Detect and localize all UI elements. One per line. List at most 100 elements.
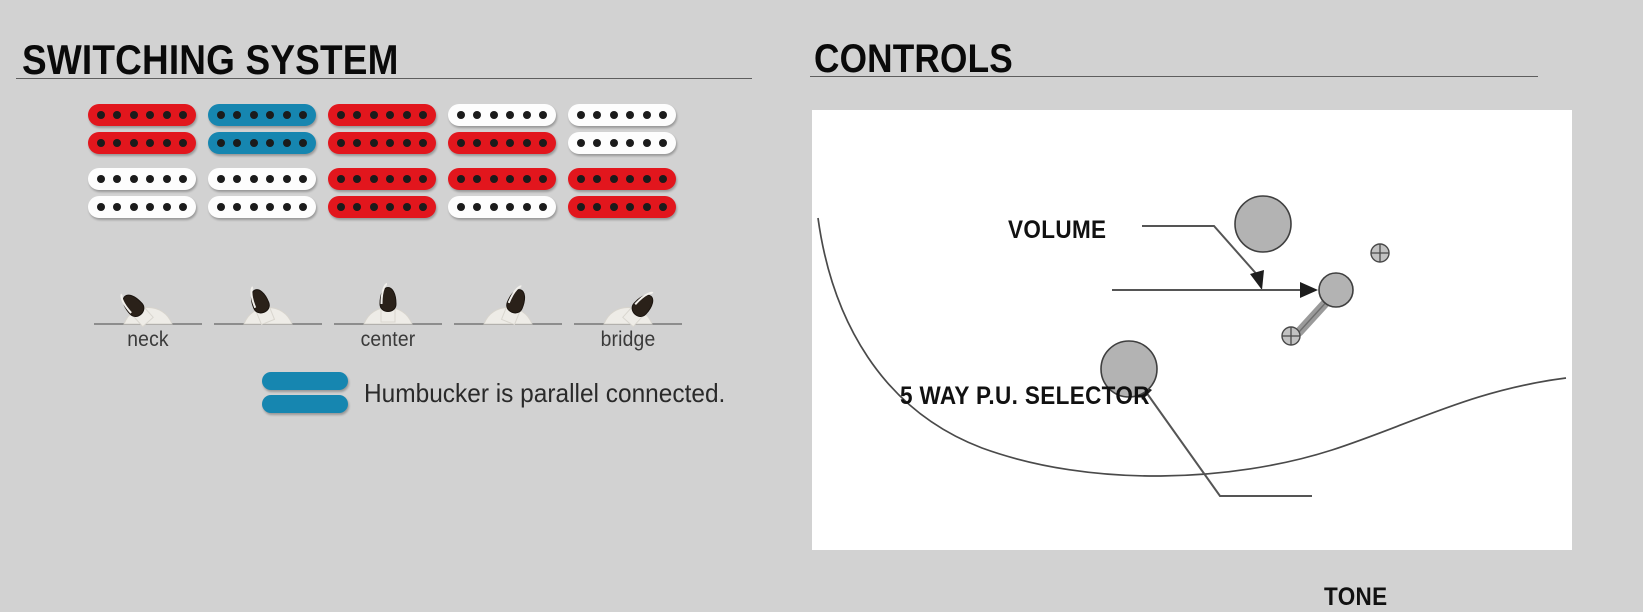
pole-piece [369, 139, 378, 147]
pole-piece [96, 203, 105, 211]
pole-piece [266, 203, 275, 211]
pole-piece [96, 175, 105, 183]
pole-piece [216, 111, 225, 119]
switch-lever-5[interactable] [568, 268, 688, 330]
bridge-pickup-coil-top [208, 168, 316, 190]
tone-leader-line [1145, 391, 1312, 497]
volume-arrowhead [1250, 270, 1264, 290]
bridge-pickup-coil-bottom [448, 196, 556, 218]
controls-illustration [817, 195, 1567, 497]
neck-pickup-coil-bottom [208, 132, 316, 154]
pole-piece [266, 175, 275, 183]
controls-title-rule [810, 76, 1538, 77]
volume-label: VOLUME [1008, 216, 1107, 244]
bridge-pickup-coil-top [448, 168, 556, 190]
pole-piece [576, 175, 585, 183]
switch-label-neck: neck [127, 328, 169, 351]
tone-label: TONE [1324, 583, 1388, 611]
pole-piece [369, 111, 378, 119]
pole-piece [419, 175, 428, 183]
neck-pickup [208, 104, 316, 156]
pole-piece [506, 175, 515, 183]
pole-piece [179, 203, 188, 211]
pole-piece [456, 175, 465, 183]
pole-piece [386, 139, 395, 147]
pole-piece [402, 175, 411, 183]
pole-piece [539, 175, 548, 183]
pole-piece [522, 203, 531, 211]
pole-piece [419, 139, 428, 147]
neck-pickup-coil-top [88, 104, 196, 126]
switch-lever-1[interactable] [88, 268, 208, 330]
pole-piece [642, 175, 651, 183]
pole-piece [659, 175, 668, 183]
pole-piece [576, 111, 585, 119]
pole-piece [456, 139, 465, 147]
pole-piece [489, 203, 498, 211]
pole-piece [593, 111, 602, 119]
switch-lever-3[interactable] [328, 268, 448, 330]
pole-piece [609, 139, 618, 147]
pole-piece [626, 111, 635, 119]
pole-piece [473, 203, 482, 211]
controls-panel: CONTROLS VOLUME 5 WAY P.U. SELECTOR TONE [800, 0, 1643, 611]
pole-piece [299, 175, 308, 183]
selector-knob[interactable] [1318, 272, 1354, 308]
pole-piece [419, 203, 428, 211]
pole-piece [456, 203, 465, 211]
switch-lever-row [0, 268, 800, 330]
pole-piece [659, 139, 668, 147]
bridge-pickup-coil-top [88, 168, 196, 190]
pole-piece [642, 203, 651, 211]
pole-piece [489, 111, 498, 119]
pole-piece [249, 139, 258, 147]
pole-piece [402, 111, 411, 119]
pole-piece [576, 203, 585, 211]
volume-knob[interactable] [1234, 195, 1292, 253]
pole-piece [336, 203, 345, 211]
parallel-humbucker-legend: Humbucker is parallel connected. [262, 372, 748, 414]
pole-piece [129, 139, 138, 147]
neck-pickup-coil-bottom [568, 132, 676, 154]
pole-piece [249, 203, 258, 211]
guitar-controls-board: VOLUME 5 WAY P.U. SELECTOR TONE [812, 110, 1572, 611]
pole-piece [539, 203, 548, 211]
pickup-column-2 [208, 104, 328, 232]
neck-pickup [328, 104, 436, 156]
pole-piece [216, 139, 225, 147]
pole-piece [282, 111, 291, 119]
pole-piece [179, 111, 188, 119]
pole-piece [473, 175, 482, 183]
pole-piece [489, 139, 498, 147]
pole-piece [539, 111, 548, 119]
pole-piece [609, 175, 618, 183]
pole-piece [233, 203, 242, 211]
pole-piece [539, 139, 548, 147]
pole-piece [179, 175, 188, 183]
pole-piece [386, 203, 395, 211]
guitar-body-contour [817, 217, 1567, 477]
pole-piece [113, 175, 122, 183]
pole-piece [266, 139, 275, 147]
pole-piece [113, 139, 122, 147]
neck-pickup-coil-bottom [328, 132, 436, 154]
switching-system-panel: SWITCHING SYSTEM neck center bridge Humbuc… [0, 0, 800, 604]
legend-coil-top [262, 372, 348, 390]
page-root: SWITCHING SYSTEM neck center bridge Humbuc… [0, 0, 1643, 611]
pole-piece [299, 139, 308, 147]
pole-piece [626, 175, 635, 183]
pole-piece [659, 203, 668, 211]
switch-lever-2[interactable] [208, 268, 328, 330]
bridge-pickup [448, 168, 556, 220]
pole-piece [299, 111, 308, 119]
pole-piece [282, 203, 291, 211]
pole-piece [336, 111, 345, 119]
pole-piece [642, 139, 651, 147]
switch-lever-4[interactable] [448, 268, 568, 330]
neck-pickup [568, 104, 676, 156]
switch-label-center: center [360, 328, 416, 351]
pole-piece [473, 111, 482, 119]
pole-piece [146, 139, 155, 147]
switching-system-title: SWITCHING SYSTEM [22, 36, 399, 84]
pole-piece [609, 203, 618, 211]
